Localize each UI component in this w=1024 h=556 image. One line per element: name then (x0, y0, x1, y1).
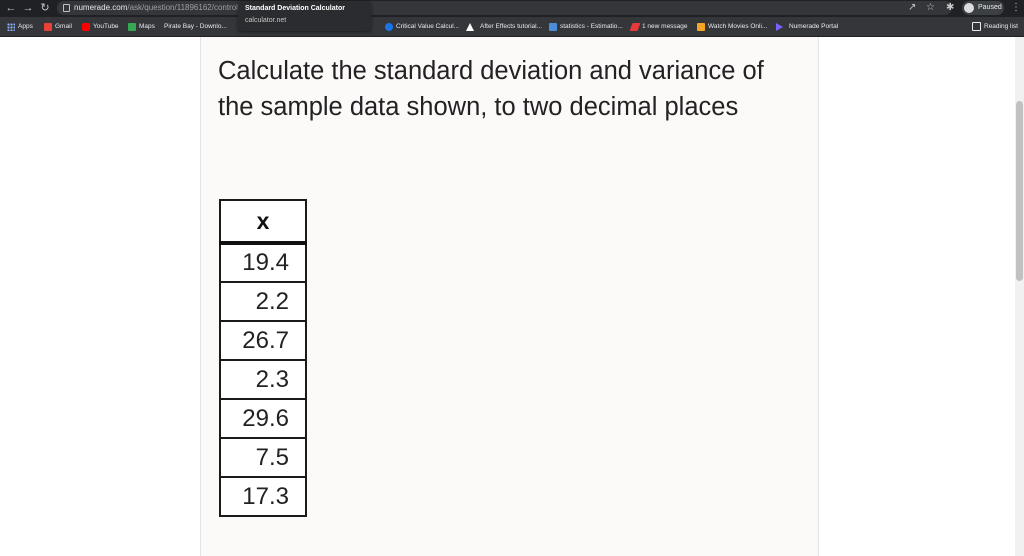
back-arrow-icon[interactable]: ← (4, 1, 18, 15)
tooltip-title: Standard Deviation Calculator (245, 5, 345, 12)
browser-toolbar: ← → ↻ numerade.com/ask/question/11896162… (0, 0, 1024, 17)
bookmark-label: Watch Movies Onli... (708, 23, 768, 30)
scrollbar-thumb[interactable] (1016, 101, 1023, 281)
page-scrollbar[interactable] (1015, 37, 1024, 556)
table-header-row: x (219, 199, 307, 245)
bookmark-star-icon[interactable]: ☆ (926, 1, 935, 15)
tooltip-domain: calculator.net (245, 17, 287, 24)
profile-label: Paused (978, 4, 1002, 11)
share-icon[interactable]: ↗ (908, 1, 916, 15)
bookmark-label: Critical Value Calcul... (396, 23, 460, 30)
bookmark-label: After Effects tutorial... (480, 23, 543, 30)
table-cell: 7.5 (219, 437, 307, 478)
data-table: x 19.4 2.2 26.7 2.3 29.6 7.5 17.3 (219, 199, 307, 517)
bookmark-label: Maps (139, 23, 155, 30)
url-domain: numerade.com (74, 3, 128, 12)
question-panel: Calculate the standard deviation and var… (200, 37, 819, 556)
profile-button[interactable]: Paused (962, 1, 1004, 15)
message-icon (629, 22, 641, 31)
bookmark-statistics[interactable]: statistics - Estimatio... (549, 17, 623, 36)
bookmark-label: Pirate Bay - Downlo... (164, 23, 227, 30)
bookmark-pirate-bay[interactable]: Pirate Bay - Downlo... (164, 17, 227, 62)
lock-icon (63, 4, 70, 12)
bookmark-label: Apps (18, 23, 33, 30)
address-bar[interactable]: numerade.com/ask/question/11896162/contr… (57, 1, 952, 15)
bookmark-youtube[interactable]: YouTube (82, 17, 119, 36)
after-effects-icon (466, 22, 474, 31)
table-row: 7.5 (219, 437, 307, 478)
reading-list-label: Reading list (984, 23, 1018, 30)
gmail-icon (44, 22, 52, 31)
menu-dots-icon[interactable]: ⋮ (1011, 1, 1021, 15)
numerade-icon (776, 22, 783, 31)
apps-grid-icon (7, 22, 15, 31)
bookmark-label: 1 new message (642, 23, 688, 30)
bookmark-numerade-portal[interactable]: Numerade Portal (776, 17, 838, 36)
reload-icon[interactable]: ↻ (38, 1, 52, 15)
table-cell: 19.4 (219, 242, 307, 283)
table-cell: 2.3 (219, 359, 307, 400)
table-row: 17.3 (219, 476, 307, 517)
avatar (964, 3, 974, 13)
statistics-icon (549, 22, 557, 31)
bookmark-label: YouTube (93, 23, 119, 30)
movies-icon (697, 22, 705, 31)
bookmark-message[interactable]: 1 new message (629, 17, 688, 36)
question-text: Calculate the standard deviation and var… (218, 57, 764, 121)
column-header: x (219, 199, 307, 245)
url-path: /ask/question/11896162/control/ (127, 3, 241, 12)
reading-list-icon (972, 22, 981, 31)
bookmark-label: statistics - Estimatio... (560, 23, 623, 30)
reading-list-button[interactable]: Reading list (972, 17, 1018, 36)
url-text: numerade.com/ask/question/11896162/contr… (74, 1, 240, 15)
maps-icon (128, 22, 136, 31)
critical-value-icon (385, 22, 393, 31)
page-content: Calculate the standard deviation and var… (0, 37, 1024, 556)
bookmark-apps[interactable]: Apps (7, 17, 33, 36)
table-row: 29.6 (219, 398, 307, 439)
tab-tooltip: Standard Deviation Calculator calculator… (238, 1, 371, 31)
table-cell: 29.6 (219, 398, 307, 439)
table-row: 2.3 (219, 359, 307, 400)
table-cell: 26.7 (219, 320, 307, 361)
table-row: 26.7 (219, 320, 307, 361)
bookmark-after-effects[interactable]: After Effects tutorial... (466, 17, 542, 36)
table-row: 19.4 (219, 242, 307, 283)
table-row: 2.2 (219, 281, 307, 322)
youtube-icon (82, 22, 90, 31)
bookmarks-bar: Apps Gmail YouTube Maps Pirate Bay - Dow… (0, 17, 1024, 62)
bookmark-critical-value[interactable]: Critical Value Calcul... (385, 17, 459, 36)
extensions-icon[interactable]: ✱ (946, 1, 954, 15)
bookmark-watch-movies[interactable]: Watch Movies Onli... (697, 17, 767, 36)
bookmark-label: Numerade Portal (789, 23, 839, 30)
table-cell: 2.2 (219, 281, 307, 322)
bookmark-gmail[interactable]: Gmail (44, 17, 72, 36)
table-cell: 17.3 (219, 476, 307, 517)
forward-arrow-icon[interactable]: → (21, 1, 35, 15)
bookmark-label: Gmail (55, 23, 72, 30)
bookmark-maps[interactable]: Maps (128, 17, 155, 36)
